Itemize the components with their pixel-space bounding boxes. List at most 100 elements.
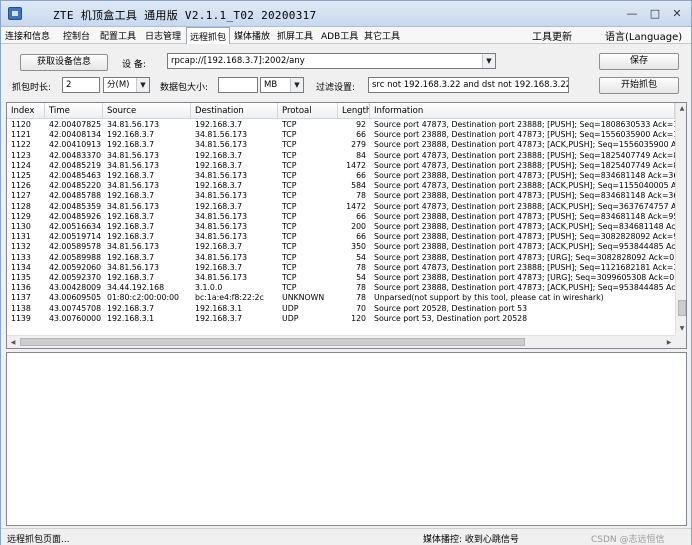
packet-size-unit-value: MB [264,80,278,90]
table-row[interactable]: 1130 42.00516634 192.168.3.7 34.81.56.173 TC… [7,222,675,232]
menu-other-tools[interactable]: 其它工具 [364,29,400,42]
device-select[interactable]: rpcap://[192.168.3.7]:2002/any ▼ [167,53,496,69]
get-device-info-button[interactable]: 获取设备信息 [20,54,108,71]
language-menu[interactable]: 语言(Language) [605,28,682,43]
table-row[interactable]: 1137 43.00609505 01:80:c2:00:00:00 bc:1a:e4… [7,293,675,303]
cell-protocol: TCP [282,181,297,191]
vertical-scroll-thumb[interactable] [678,300,686,316]
main-window: ZTE 机顶盒工具 通用版 V2.1.1_T02 20200317 — □ ✕ … [0,0,692,545]
capture-time-unit-select[interactable]: 分(M) ▼ [103,77,150,93]
column-header-source[interactable]: Source [103,103,191,119]
cell-index: 1128 [11,201,31,211]
cell-time: 42.00485219 [49,160,102,170]
cell-information: Source port 47873, Destination port 2388… [374,160,675,170]
table-row[interactable]: 1123 42.00483370 34.81.56.173 192.168.3.7 TC… [7,151,675,161]
table-row[interactable]: 1121 42.00408134 192.168.3.7 34.81.56.173 TC… [7,130,675,140]
cell-information: Source port 20528, Destination port 53 [374,303,528,313]
cell-protocol: UDP [282,313,299,323]
filter-input[interactable]: src not 192.168.3.22 and dst not 192.168… [368,77,569,93]
minimize-icon[interactable]: — [621,6,643,22]
cell-time: 42.00407825 [49,120,102,129]
tool-update-link[interactable]: 工具更新 [532,28,572,43]
column-header-time[interactable]: Time [45,103,103,119]
table-row[interactable]: 1134 42.00592060 34.81.56.173 192.168.3.7 TC… [7,263,675,273]
horizontal-scrollbar[interactable]: ◀ ▶ [7,335,675,348]
table-row[interactable]: 1125 42.00485463 192.168.3.7 34.81.56.173 TC… [7,171,675,181]
table-row[interactable]: 1139 43.00760000 192.168.3.1 192.168.3.7 UDP… [7,314,675,324]
scroll-up-icon[interactable]: ▲ [676,103,686,115]
cell-source: 192.168.3.7 [107,191,155,201]
table-row[interactable]: 1120 42.00407825 34.81.56.173 192.168.3.7 TC… [7,120,675,130]
cell-protocol: TCP [282,140,297,150]
menu-adb-tool[interactable]: ADB工具 [321,29,358,42]
cell-index: 1130 [11,222,31,231]
table-row[interactable]: 1127 42.00485788 192.168.3.7 34.81.56.173 TC… [7,191,675,201]
table-row[interactable]: 1131 42.00519714 192.168.3.7 34.81.56.173 TC… [7,232,675,242]
save-button[interactable]: 保存 [599,53,679,70]
cell-length: 1472 [346,160,366,170]
packet-size-input[interactable] [218,77,258,93]
table-header: Index Time Source Destination Protoal Le… [7,103,675,119]
cell-time: 42.00485926 [49,211,102,221]
capture-time-input[interactable]: 2 [62,77,100,93]
cell-information: Source port 47873, Destination port 2388… [374,150,675,160]
cell-destination: 34.81.56.173 [195,252,248,262]
cell-source: 192.168.3.7 [107,273,155,282]
table-row[interactable]: 1132 42.00589578 34.81.56.173 192.168.3.7 TC… [7,242,675,252]
table-row[interactable]: 1136 43.00428009 34.44.192.168 3.1.0.0 TCP 78… [7,283,675,293]
cell-information: Source port 47873, Destination port 2388… [374,120,675,129]
cell-index: 1136 [11,283,31,293]
close-icon[interactable]: ✕ [666,6,688,22]
cell-time: 42.00483370 [49,150,102,160]
table-row[interactable]: 1126 42.00485220 34.81.56.173 192.168.3.7 TC… [7,181,675,191]
app-icon [8,7,22,20]
table-row[interactable]: 1128 42.00485359 34.81.56.173 192.168.3.7 TC… [7,202,675,212]
start-capture-button[interactable]: 开始抓包 [599,77,679,94]
cell-length: 350 [351,242,366,252]
menu-screen-capture[interactable]: 抓屏工具 [277,29,313,42]
menu-log-management[interactable]: 日志管理 [145,29,181,42]
vertical-scrollbar[interactable]: ▲ ▼ [675,103,686,335]
menu-config-tool[interactable]: 配置工具 [100,29,136,42]
cell-information: Source port 23888, Destination port 4787… [374,191,675,201]
menu-remote-capture[interactable]: 远程抓包 [186,27,231,44]
table-row[interactable]: 1135 42.00592370 192.168.3.7 34.81.56.173 TC… [7,273,675,283]
cell-information: Source port 23888, Destination port 4787… [374,140,675,150]
table-body: 1120 42.00407825 34.81.56.173 192.168.3.7 TC… [7,120,675,334]
scroll-down-icon[interactable]: ▼ [676,323,686,335]
column-header-index[interactable]: Index [7,103,45,119]
menu-console[interactable]: 控制台 [63,29,90,42]
table-row[interactable]: 1122 42.00410913 192.168.3.7 34.81.56.173 TC… [7,140,675,150]
scroll-left-icon[interactable]: ◀ [7,336,19,348]
table-row[interactable]: 1133 42.00589988 192.168.3.7 34.81.56.173 TC… [7,253,675,263]
table-row[interactable]: 1138 43.00745708 192.168.3.7 192.168.3.1 UDP… [7,304,675,314]
column-header-destination[interactable]: Destination [191,103,278,119]
table-row[interactable]: 1129 42.00485926 192.168.3.7 34.81.56.173 TC… [7,212,675,222]
cell-length: 66 [356,232,366,242]
cell-destination: 34.81.56.173 [195,222,248,231]
menu-media-playback[interactable]: 媒体播放 [234,29,270,42]
cell-index: 1125 [11,171,31,180]
column-header-information[interactable]: Information [370,103,675,119]
column-header-length[interactable]: Length [338,103,370,119]
packet-size-unit-select[interactable]: MB ▼ [260,77,304,93]
horizontal-scroll-thumb[interactable] [20,338,525,346]
packet-detail-pane[interactable] [6,352,687,526]
menu-connection-info[interactable]: 连接和信息 [5,29,50,42]
cell-length: 54 [356,273,366,282]
chevron-down-icon: ▼ [136,78,149,92]
cell-protocol: TCP [282,201,297,211]
cell-time: 42.00519714 [49,232,102,242]
cell-destination: 34.81.56.173 [195,191,248,201]
cell-protocol: TCP [282,232,297,242]
scroll-right-icon[interactable]: ▶ [663,336,675,348]
maximize-icon[interactable]: □ [644,6,666,22]
cell-length: 84 [356,150,366,160]
device-select-value: rpcap://[192.168.3.7]:2002/any [171,56,305,66]
column-header-protocol[interactable]: Protoal [278,103,338,119]
cell-index: 1132 [11,242,31,252]
table-row[interactable]: 1124 42.00485219 34.81.56.173 192.168.3.7 TC… [7,161,675,171]
cell-source: 192.168.3.7 [107,252,155,262]
cell-time: 42.00516634 [49,222,102,231]
cell-destination: 34.81.56.173 [195,171,248,180]
